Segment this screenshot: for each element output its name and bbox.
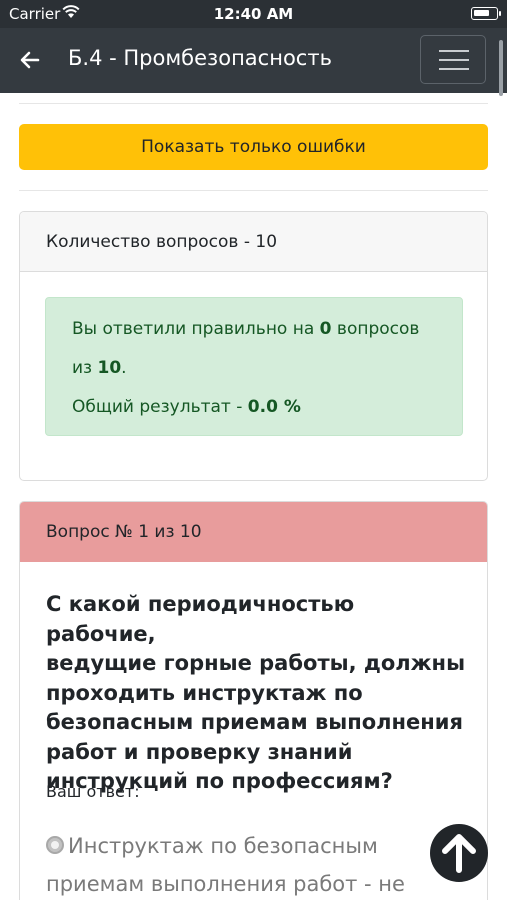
question-card: Вопрос № 1 из 10 С какой периодичностью … xyxy=(19,501,488,900)
scrollbar xyxy=(499,40,503,96)
arrow-up-icon xyxy=(442,834,476,873)
menu-toggle-button[interactable] xyxy=(420,35,486,84)
battery-icon xyxy=(471,7,501,20)
answer-option[interactable]: Инструктаж по безопасным приемам выполне… xyxy=(46,827,466,900)
result-percent: 0.0 % xyxy=(247,397,301,417)
divider xyxy=(19,103,488,104)
result-line-2: из 10. xyxy=(72,358,127,378)
result-alert: Вы ответили правильно на 0 вопросов из 1… xyxy=(45,297,463,436)
question-text: С какой периодичностью рабочие, ведущие … xyxy=(46,592,466,793)
clock: 12:40 AM xyxy=(213,5,294,23)
question-header: Вопрос № 1 из 10 xyxy=(20,502,487,562)
status-bar: Carrier 12:40 AM xyxy=(0,0,507,28)
correct-count: 0 xyxy=(319,319,332,339)
hamburger-icon xyxy=(439,50,469,52)
divider xyxy=(19,190,488,191)
result-line-3: Общий результат - 0.0 % xyxy=(72,397,301,417)
total-count: 10 xyxy=(97,358,122,378)
page-title: Б.4 - Промбезопасность xyxy=(68,46,332,70)
summary-header: Количество вопросов - 10 xyxy=(20,212,487,272)
arrow-left-icon[interactable] xyxy=(18,48,42,72)
result-line-1: Вы ответили правильно на 0 вопросов xyxy=(72,319,420,339)
summary-card: Количество вопросов - 10 Вы ответили пра… xyxy=(19,211,488,481)
scroll-to-top-button[interactable] xyxy=(430,824,488,882)
radio-icon[interactable] xyxy=(46,836,64,854)
show-errors-button[interactable]: Показать только ошибки xyxy=(19,124,488,170)
answer-label: Ваш ответ: xyxy=(46,782,140,801)
navbar: Б.4 - Промбезопасность xyxy=(0,28,507,96)
